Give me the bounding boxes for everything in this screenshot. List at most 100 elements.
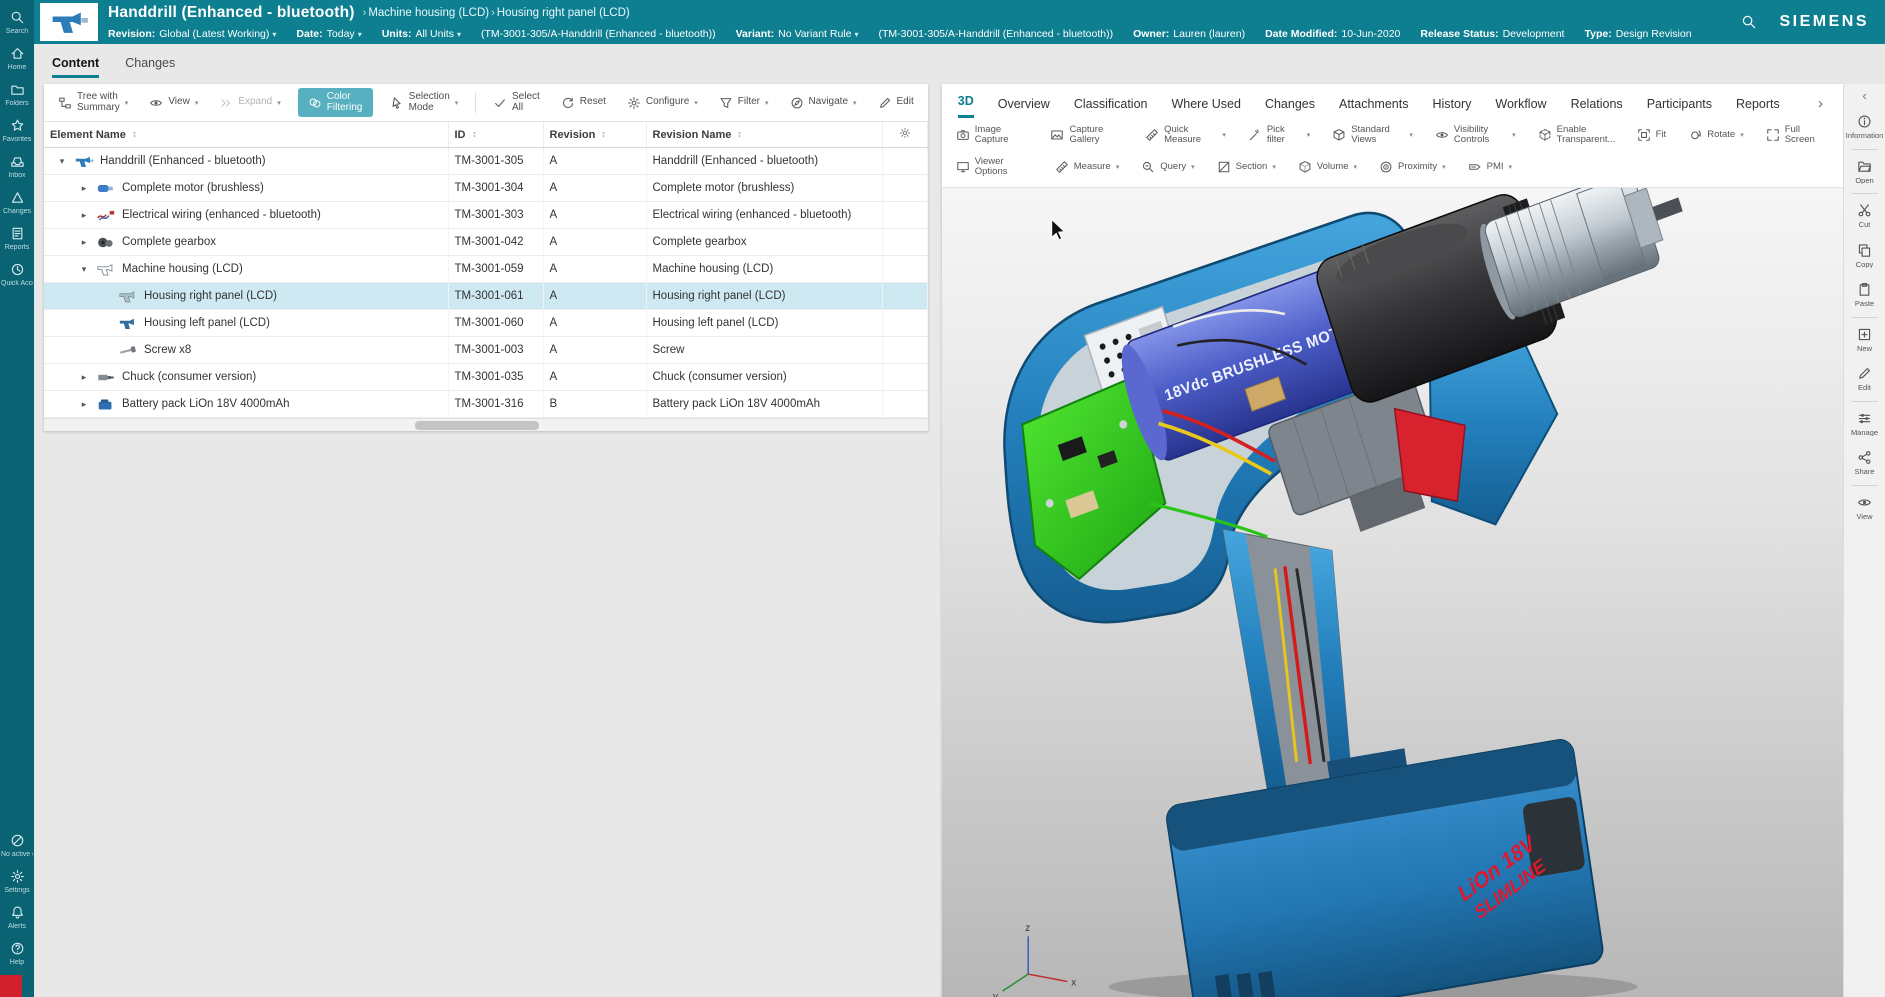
tab-participants[interactable]: Participants bbox=[1647, 97, 1712, 118]
viewer-tool-pmi[interactable]: PMI▾ bbox=[1468, 160, 1512, 174]
viewer-tool-section[interactable]: Section▾ bbox=[1217, 160, 1276, 174]
table-row[interactable]: ▾Machine housing (LCD)TM-3001-059AMachin… bbox=[44, 256, 927, 283]
breadcrumb-item[interactable]: Machine housing (LCD) bbox=[368, 7, 489, 19]
table-row[interactable]: ▸Complete motor (brushless)TM-3001-304AC… bbox=[44, 175, 927, 202]
table-row[interactable]: ▾Handdrill (Enhanced - bluetooth)TM-3001… bbox=[44, 148, 927, 175]
drill-battery-pack[interactable]: LiOn 18V SLIMLINE bbox=[1162, 720, 1604, 997]
tab-changes[interactable]: Changes bbox=[1265, 97, 1315, 118]
table-row[interactable]: ▸Battery pack LiOn 18V 4000mAhTM-3001-31… bbox=[44, 391, 927, 418]
command-view[interactable]: View bbox=[1844, 488, 1885, 528]
table-row[interactable]: ▸Chuck (consumer version)TM-3001-035AChu… bbox=[44, 364, 927, 391]
sort-icon[interactable] bbox=[595, 129, 608, 141]
search-icon[interactable] bbox=[1741, 14, 1757, 30]
header-meta-item[interactable]: Date:Today▾ bbox=[296, 28, 361, 40]
item-thumbnail[interactable] bbox=[40, 3, 98, 41]
tab-attachments[interactable]: Attachments bbox=[1339, 97, 1408, 118]
tree-caret-icon[interactable]: ▸ bbox=[78, 237, 90, 248]
tab-relations[interactable]: Relations bbox=[1571, 97, 1623, 118]
viewer-tool-measure[interactable]: Measure▾ bbox=[1055, 160, 1119, 174]
header-meta-item[interactable]: Units:All Units▾ bbox=[382, 28, 461, 40]
command-paste[interactable]: Paste bbox=[1844, 275, 1885, 315]
column-header-id[interactable]: ID bbox=[448, 122, 543, 148]
tree-caret-icon[interactable]: ▾ bbox=[56, 156, 68, 167]
command-new[interactable]: New bbox=[1844, 320, 1885, 360]
sidebar-item-alerts[interactable]: Alerts bbox=[0, 899, 34, 935]
sidebar-item-home[interactable]: Home bbox=[0, 40, 34, 76]
viewer-tool-volume[interactable]: Volume▾ bbox=[1298, 160, 1357, 174]
column-header-element-name[interactable]: Element Name bbox=[44, 122, 448, 148]
tab-workflow[interactable]: Workflow bbox=[1495, 97, 1546, 118]
sidebar-item-quick-access[interactable]: Quick Access bbox=[0, 256, 34, 292]
table-row[interactable]: ▸Complete gearboxTM-3001-042AComplete ge… bbox=[44, 229, 927, 256]
sort-icon[interactable] bbox=[466, 129, 479, 141]
viewer-tool-enable-transparent[interactable]: Enable Transparent... bbox=[1538, 125, 1615, 146]
tree-caret-icon[interactable]: ▸ bbox=[78, 399, 90, 410]
header-meta-item[interactable]: Variant:No Variant Rule▾ bbox=[736, 28, 859, 40]
viewer-tool-image-capture[interactable]: Image Capture bbox=[956, 125, 1029, 146]
tree-caret-icon[interactable]: ▸ bbox=[78, 372, 90, 383]
table-row[interactable]: Housing left panel (LCD)TM-3001-060AHous… bbox=[44, 310, 927, 337]
tab-classification[interactable]: Classification bbox=[1074, 97, 1148, 118]
drill-handle[interactable] bbox=[1223, 529, 1351, 789]
command-cut[interactable]: Cut bbox=[1844, 196, 1885, 236]
alert-badge[interactable] bbox=[0, 975, 22, 997]
sidebar-item-folders[interactable]: Folders bbox=[0, 76, 34, 112]
tree-caret-icon[interactable]: ▸ bbox=[78, 183, 90, 194]
toolbar-navigate[interactable]: Navigate▾ bbox=[786, 94, 861, 112]
toolbar-select-all[interactable]: Select All bbox=[489, 90, 544, 115]
command-information[interactable]: Information bbox=[1844, 107, 1885, 147]
toolbar-color-filtering[interactable]: Color Filtering bbox=[298, 88, 373, 117]
table-settings-gear[interactable] bbox=[882, 122, 927, 148]
sidebar-item-changes[interactable]: Changes bbox=[0, 184, 34, 220]
table-row[interactable]: Screw x8TM-3001-003AScrew bbox=[44, 337, 927, 364]
viewer-tool-fit[interactable]: Fit bbox=[1637, 128, 1667, 142]
viewer-tool-pick-filter[interactable]: Pick filter▾ bbox=[1248, 125, 1310, 146]
drill-trigger[interactable] bbox=[1394, 408, 1465, 500]
breadcrumb-item[interactable]: Housing right panel (LCD) bbox=[497, 7, 630, 19]
tab-history[interactable]: History bbox=[1432, 97, 1471, 118]
drill-3d-model[interactable]: 18Vdc BRUSHLESS MOTOR bbox=[942, 188, 1843, 997]
tree-caret-icon[interactable]: ▾ bbox=[78, 264, 90, 275]
collapse-rail-chevron[interactable]: ‹ bbox=[1862, 88, 1866, 103]
viewer-tool-quick-measure[interactable]: Quick Measure▾ bbox=[1145, 125, 1226, 146]
sidebar-item-settings[interactable]: Settings bbox=[0, 863, 34, 899]
sidebar-item-help[interactable]: Help bbox=[0, 935, 34, 971]
command-manage[interactable]: Manage bbox=[1844, 404, 1885, 444]
viewer-tool-full-screen[interactable]: Full Screen bbox=[1766, 125, 1829, 146]
table-row[interactable]: Housing right panel (LCD)TM-3001-061AHou… bbox=[44, 283, 927, 310]
viewer-tool-standard-views[interactable]: Standard Views▾ bbox=[1332, 125, 1413, 146]
viewer-tool-proximity[interactable]: Proximity▾ bbox=[1379, 160, 1446, 174]
sort-icon[interactable] bbox=[126, 129, 139, 141]
column-header-revision[interactable]: Revision bbox=[543, 122, 646, 148]
toolbar-view[interactable]: View▾ bbox=[145, 94, 202, 112]
command-open[interactable]: Open bbox=[1844, 152, 1885, 192]
viewer-tool-rotate[interactable]: Rotate▾ bbox=[1688, 128, 1744, 142]
toolbar-tree-with-summary[interactable]: Tree with Summary▾ bbox=[54, 90, 132, 115]
toolbar-filter[interactable]: Filter▾ bbox=[715, 94, 773, 112]
tabs-overflow-chevron[interactable]: › bbox=[1814, 95, 1827, 118]
viewer-tool-capture-gallery[interactable]: Capture Gallery bbox=[1050, 125, 1123, 146]
viewer-3d-canvas[interactable]: 18Vdc BRUSHLESS MOTOR bbox=[942, 188, 1843, 997]
sidebar-item-no-active-change[interactable]: No active change bbox=[0, 827, 34, 863]
sidebar-item-inbox[interactable]: Inbox bbox=[0, 148, 34, 184]
tab-changes[interactable]: Changes bbox=[125, 56, 175, 75]
table-row[interactable]: ▸Electrical wiring (enhanced - bluetooth… bbox=[44, 202, 927, 229]
viewer-tool-query[interactable]: Query▾ bbox=[1141, 160, 1194, 174]
header-meta-item[interactable]: Revision:Global (Latest Working)▾ bbox=[108, 28, 276, 40]
sidebar-item-favorites[interactable]: Favorites bbox=[0, 112, 34, 148]
toolbar-configure[interactable]: Configure▾ bbox=[623, 94, 702, 112]
tab-content[interactable]: Content bbox=[52, 56, 99, 78]
command-share[interactable]: Share bbox=[1844, 443, 1885, 483]
sidebar-item-search[interactable]: Search bbox=[0, 4, 34, 40]
tab-where-used[interactable]: Where Used bbox=[1171, 97, 1240, 118]
viewer-tool-viewer-options[interactable]: Viewer Options bbox=[956, 157, 1033, 178]
toolbar-selection-mode[interactable]: Selection Mode▾ bbox=[386, 90, 463, 115]
horizontal-scrollbar[interactable] bbox=[44, 418, 928, 431]
toolbar-reset[interactable]: Reset bbox=[557, 94, 610, 112]
tree-caret-icon[interactable]: ▸ bbox=[78, 210, 90, 221]
command-copy[interactable]: Copy bbox=[1844, 236, 1885, 276]
scrollbar-thumb[interactable] bbox=[415, 421, 539, 430]
sidebar-item-reports[interactable]: Reports bbox=[0, 220, 34, 256]
viewer-tool-visibility-controls[interactable]: Visibility Controls▾ bbox=[1435, 125, 1516, 146]
command-edit[interactable]: Edit bbox=[1844, 359, 1885, 399]
